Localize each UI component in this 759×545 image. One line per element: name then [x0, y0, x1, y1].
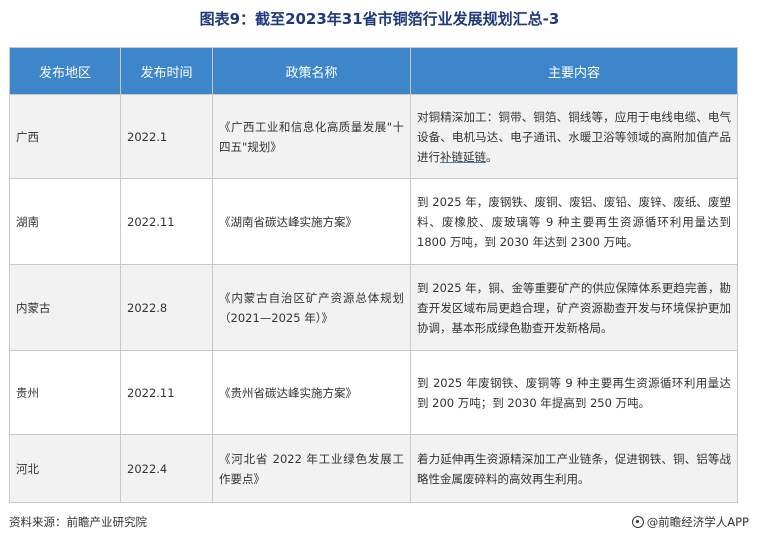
brand-logo-icon: [631, 516, 644, 528]
cell-content: 到 2025 年废钢铁、废铜等 9 种主要再生资源循环利用量达到 200 万吨；…: [410, 350, 738, 435]
brand-label: @前瞻经济学人APP: [646, 515, 749, 529]
header-time: 发布时间: [120, 47, 213, 95]
table-row: 内蒙古 2022.8 《内蒙古自治区矿产资源总体规划（2021—2025 年）》…: [9, 264, 738, 351]
cell-content: 对铜精深加工：铜带、铜箔、铜线等，应用于电线电缆、电气设备、电机马达、电子通讯、…: [410, 94, 738, 179]
cell-region: 内蒙古: [9, 264, 121, 351]
header-content: 主要内容: [410, 47, 738, 95]
cell-region: 湖南: [9, 178, 121, 265]
table-header-row: 发布地区 发布时间 政策名称 主要内容: [9, 47, 738, 95]
cell-policy-name: 《广西工业和信息化高质量发展"十四五"规划》: [212, 94, 411, 179]
cell-policy-name: 《内蒙古自治区矿产资源总体规划（2021—2025 年）》: [212, 264, 411, 351]
header-policy-name: 政策名称: [212, 47, 411, 95]
cell-region: 广西: [9, 94, 121, 179]
table-row: 湖南 2022.11 《湖南省碳达峰实施方案》 到 2025 年，废钢铁、废铜、…: [9, 178, 738, 265]
cell-content: 到 2025 年，铜、金等重要矿产的供应保障体系更趋完善，勘查开发区域布局更趋合…: [410, 264, 738, 351]
cell-content: 到 2025 年，废钢铁、废铜、废铝、废铅、废锌、废纸、废塑料、废橡胶、废玻璃等…: [410, 178, 738, 265]
source-note: 资料来源：前瞻产业研究院: [9, 515, 147, 529]
cell-policy-name: 《河北省 2022 年工业绿色发展工作要点》: [212, 434, 411, 503]
cell-policy-name: 《湖南省碳达峰实施方案》: [212, 178, 411, 265]
cell-time: 2022.8: [120, 264, 213, 351]
cell-policy-name: 《贵州省碳达峰实施方案》: [212, 350, 411, 435]
cell-region: 贵州: [9, 350, 121, 435]
cell-time: 2022.11: [120, 178, 213, 265]
cell-content: 着力延伸再生资源精深加工产业链条，促进钢铁、铜、铝等战略性金属废碎料的高效再生利…: [410, 434, 738, 503]
policy-table: 发布地区 发布时间 政策名称 主要内容 广西 2022.1 《广西工业和信息化高…: [9, 47, 738, 503]
table-row: 广西 2022.1 《广西工业和信息化高质量发展"十四五"规划》 对铜精深加工：…: [9, 94, 738, 179]
content-text-end: 。: [486, 149, 498, 164]
table-row: 河北 2022.4 《河北省 2022 年工业绿色发展工作要点》 着力延伸再生资…: [9, 434, 738, 503]
cell-region: 河北: [9, 434, 121, 503]
brand-credit: @前瞻经济学人APP: [631, 514, 749, 530]
cell-time: 2022.1: [120, 94, 213, 179]
table-row: 贵州 2022.11 《贵州省碳达峰实施方案》 到 2025 年废钢铁、废铜等 …: [9, 350, 738, 435]
header-region: 发布地区: [9, 47, 121, 95]
page-title: 图表9：截至2023年31省市铜箔行业发展规划汇总-3: [199, 10, 560, 28]
cell-time: 2022.4: [120, 434, 213, 503]
content-underlined-text: 补链延链: [440, 149, 486, 164]
cell-time: 2022.11: [120, 350, 213, 435]
